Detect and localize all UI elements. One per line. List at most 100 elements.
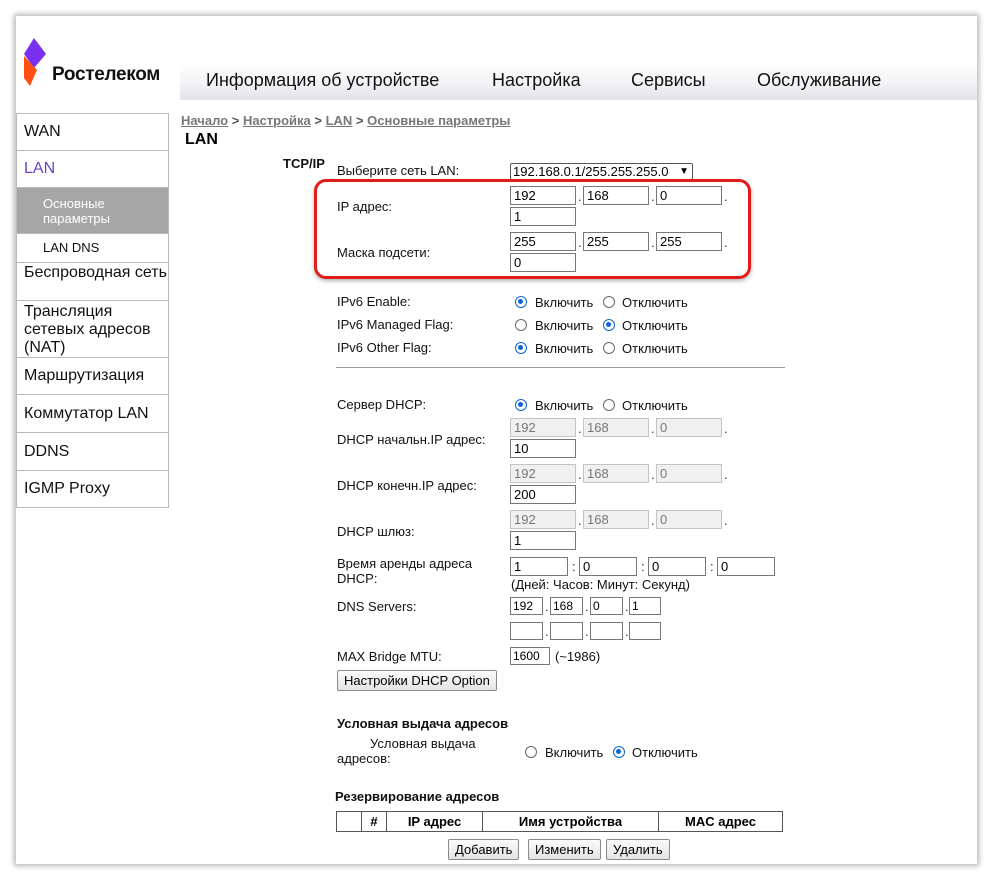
dhcp-end-octet-1: 192 xyxy=(510,464,576,483)
dot-separator: . xyxy=(651,513,655,528)
breadcrumb-basic-params[interactable]: Основные параметры xyxy=(367,113,510,128)
dns1-octet-4[interactable]: 1 xyxy=(629,597,661,615)
ipv6-managed-label: IPv6 Managed Flag: xyxy=(337,317,454,332)
dhcp-gateway-octet-4[interactable]: 1 xyxy=(510,531,576,550)
rostelecom-logo-icon xyxy=(24,38,46,86)
sidebar-item-nat[interactable]: Трансляция сетевых адресов (NAT) xyxy=(16,300,169,358)
ipv6-managed-on-radio[interactable] xyxy=(515,319,527,331)
nav-maintenance[interactable]: Обслуживание xyxy=(757,70,881,91)
ipv6-managed-on-label: Включить xyxy=(535,318,594,333)
cond-on-radio[interactable] xyxy=(525,746,537,758)
lease-minutes[interactable]: 0 xyxy=(648,557,706,576)
dns1-octet-3[interactable]: 0 xyxy=(590,597,623,615)
dns-label: DNS Servers: xyxy=(337,599,417,614)
nav-services[interactable]: Сервисы xyxy=(631,70,706,91)
dhcp-server-on-radio[interactable] xyxy=(515,399,527,411)
dhcp-gateway-octet-3: 0 xyxy=(656,510,722,529)
dot-separator: . xyxy=(651,421,655,436)
delete-button[interactable]: Удалить xyxy=(606,839,670,860)
dot-separator: . xyxy=(585,624,589,639)
sidebar-item-ddns[interactable]: DDNS xyxy=(16,432,169,471)
dot-separator: . xyxy=(724,513,728,528)
dot-separator: . xyxy=(578,189,582,204)
reservation-table: # IP адрес Имя устройства MAC адрес xyxy=(336,811,783,832)
dot-separator: . xyxy=(724,421,728,436)
divider xyxy=(336,367,785,368)
ip-label: IP адрес: xyxy=(337,199,393,214)
dhcp-end-octet-4[interactable]: 200 xyxy=(510,485,576,504)
dhcp-end-octet-3: 0 xyxy=(656,464,722,483)
dot-separator: . xyxy=(585,599,589,614)
sidebar-item-lan-switch[interactable]: Коммутатор LAN xyxy=(16,394,169,433)
dns1-octet-1[interactable]: 192 xyxy=(510,597,543,615)
dhcp-start-label: DHCP начальн.IP адрес: xyxy=(337,432,486,447)
chevron-down-icon: ▼ xyxy=(679,166,689,177)
ipv6-other-off-label: Отключить xyxy=(622,341,688,356)
col-number: # xyxy=(361,811,387,832)
ip-octet-2[interactable]: 168 xyxy=(583,186,649,205)
breadcrumb: Начало > Настройка > LAN > Основные пара… xyxy=(181,113,511,128)
dot-separator: . xyxy=(651,467,655,482)
dns2-octet-1[interactable] xyxy=(510,622,543,640)
breadcrumb-settings[interactable]: Настройка xyxy=(243,113,311,128)
dhcp-start-octet-3: 0 xyxy=(656,418,722,437)
ip-octet-4[interactable]: 1 xyxy=(510,207,576,226)
dns2-octet-4[interactable] xyxy=(629,622,661,640)
ipv6-managed-off-radio[interactable] xyxy=(603,319,615,331)
ipv6-other-on-label: Включить xyxy=(535,341,594,356)
sidebar-item-wireless[interactable]: Беспроводная сеть xyxy=(16,262,169,301)
mask-label: Маска подсети: xyxy=(337,245,431,260)
mask-octet-2[interactable]: 255 xyxy=(583,232,649,251)
dns2-octet-3[interactable] xyxy=(590,622,623,640)
cond-off-radio[interactable] xyxy=(613,746,625,758)
dot-separator: . xyxy=(651,189,655,204)
nav-settings[interactable]: Настройка xyxy=(492,70,581,91)
mask-octet-1[interactable]: 255 xyxy=(510,232,576,251)
dhcp-gateway-octet-2: 168 xyxy=(583,510,649,529)
sidebar-sub-lan-dns[interactable]: LAN DNS xyxy=(16,233,169,263)
dot-separator: . xyxy=(578,235,582,250)
dhcp-gateway-octet-1: 192 xyxy=(510,510,576,529)
dhcp-server-off-label: Отключить xyxy=(622,398,688,413)
dns2-octet-2[interactable] xyxy=(550,622,583,640)
dot-separator: . xyxy=(578,421,582,436)
cond-label: Условная выдача адресов: xyxy=(337,736,476,766)
cond-off-label: Отключить xyxy=(632,745,698,760)
sidebar-item-igmp-proxy[interactable]: IGMP Proxy xyxy=(16,470,169,508)
mtu-input[interactable]: 1600 xyxy=(510,647,550,665)
dns1-octet-2[interactable]: 168 xyxy=(550,597,583,615)
mask-octet-3[interactable]: 255 xyxy=(656,232,722,251)
mask-octet-4[interactable]: 0 xyxy=(510,253,576,272)
breadcrumb-lan[interactable]: LAN xyxy=(326,113,353,128)
nav-device-info[interactable]: Информация об устройстве xyxy=(206,70,439,91)
dot-separator: . xyxy=(578,513,582,528)
sidebar-item-wan[interactable]: WAN xyxy=(16,113,169,151)
edit-button[interactable]: Изменить xyxy=(528,839,601,860)
lan-select[interactable]: 192.168.0.1/255.255.255.0 ▼ xyxy=(510,163,693,180)
dhcp-server-off-radio[interactable] xyxy=(603,399,615,411)
lease-seconds[interactable]: 0 xyxy=(717,557,775,576)
sidebar-sub-basic-params[interactable]: Основные параметры xyxy=(16,187,169,234)
dhcp-start-octet-4[interactable]: 10 xyxy=(510,439,576,458)
dhcp-end-octet-2: 168 xyxy=(583,464,649,483)
mtu-hint: (~1986) xyxy=(555,649,601,664)
col-mac: MAC адрес xyxy=(658,811,783,832)
colon-separator: : xyxy=(710,559,714,574)
ipv6-other-on-radio[interactable] xyxy=(515,342,527,354)
ipv6-enable-off-label: Отключить xyxy=(622,295,688,310)
add-button[interactable]: Добавить xyxy=(448,839,520,860)
ipv6-enable-on-radio[interactable] xyxy=(515,296,527,308)
ip-octet-1[interactable]: 192 xyxy=(510,186,576,205)
ipv6-enable-label: IPv6 Enable: xyxy=(337,294,411,309)
table-header-row: # IP адрес Имя устройства MAC адрес xyxy=(336,811,783,832)
dhcp-option-button[interactable]: Настройки DHCP Option xyxy=(337,670,497,691)
lease-days[interactable]: 1 xyxy=(510,557,568,576)
sidebar-item-routing[interactable]: Маршрутизация xyxy=(16,357,169,395)
breadcrumb-home[interactable]: Начало xyxy=(181,113,228,128)
lease-hours[interactable]: 0 xyxy=(579,557,637,576)
ip-octet-3[interactable]: 0 xyxy=(656,186,722,205)
lease-label: Время аренды адреса DHCP: xyxy=(337,556,473,586)
ipv6-other-off-radio[interactable] xyxy=(603,342,615,354)
sidebar-item-lan[interactable]: LAN xyxy=(16,150,169,188)
ipv6-enable-off-radio[interactable] xyxy=(603,296,615,308)
